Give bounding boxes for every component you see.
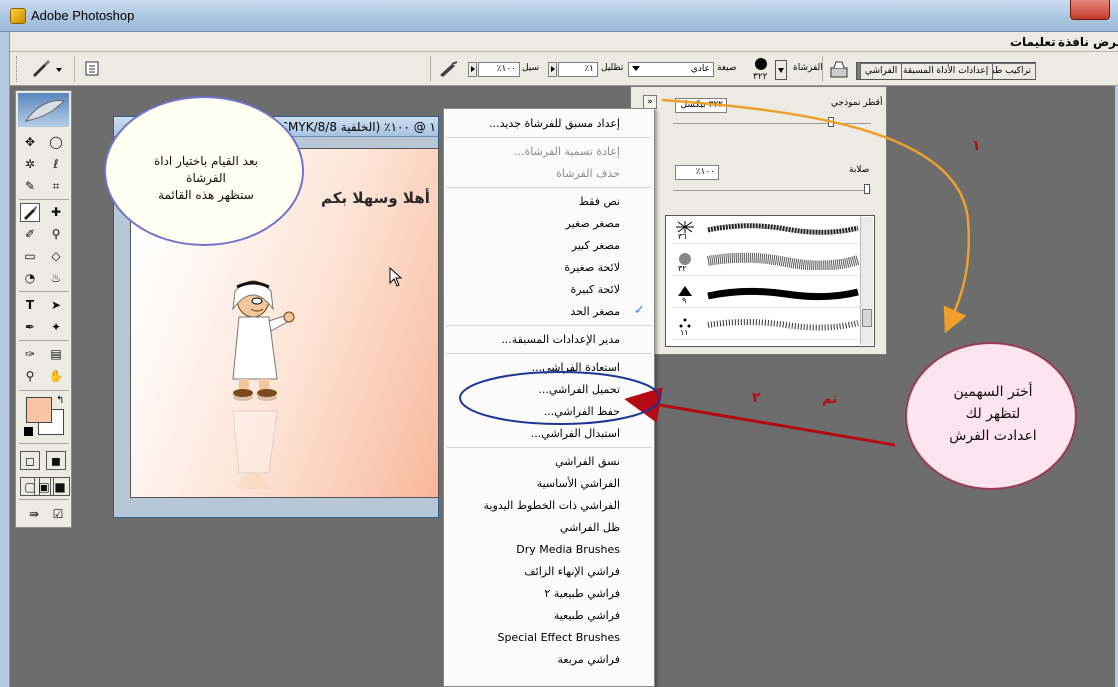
callout-left-line-2: الفرشاة (186, 171, 226, 185)
orange-arrow (661, 98, 970, 334)
callout-right-line-3: اعدادت الفرش (949, 428, 1037, 444)
step-one-label: ١ (972, 138, 981, 154)
callout-right: أختر السهمين لتظهر لك اعدادت الفرش (905, 342, 1077, 490)
callout-right-line-1: أختر السهمين (953, 384, 1033, 400)
then-label: ثم (822, 392, 838, 407)
callout-left-line-1: بعد القيام باختيار اداة (153, 154, 259, 168)
step-two-label: ٢ (752, 390, 761, 406)
foreground-color-fill (26, 397, 52, 423)
highlight-ellipse (459, 371, 661, 425)
callout-right-line-2: لتظهر لك (965, 406, 1021, 422)
red-arrow (624, 387, 896, 447)
callout-left: بعد القيام باختيار اداة الفرشاة ستظهر هذ… (104, 96, 304, 246)
callout-left-line-3: ستظهر هذه القائمة (158, 188, 254, 202)
